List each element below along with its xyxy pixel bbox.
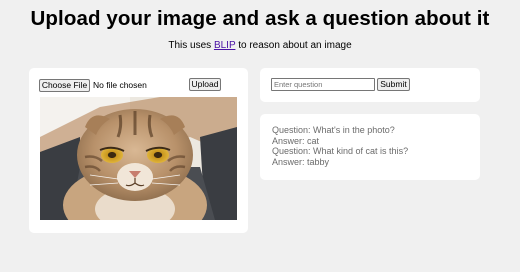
answer-label: Answer:: [272, 156, 308, 167]
upload-button[interactable]: Upload: [189, 78, 221, 91]
submit-button[interactable]: Submit: [377, 78, 410, 91]
answer-text: cat: [307, 135, 320, 146]
answer-line: Answer: tabby: [272, 157, 408, 168]
subtitle-prefix: This uses: [168, 40, 214, 51]
answer-line: Answer: cat: [272, 136, 408, 147]
question-label: Question:: [272, 146, 314, 157]
question-text: What kind of cat is this?: [313, 146, 409, 157]
answer-label: Answer:: [272, 135, 308, 146]
file-status-text: No file chosen: [93, 80, 147, 90]
question-line: Question: What's in the photo?: [272, 125, 408, 136]
answer-text: tabby: [307, 156, 330, 167]
question-label: Question:: [272, 125, 314, 135]
blip-link[interactable]: BLIP: [214, 40, 236, 51]
question-line: Question: What kind of cat is this?: [272, 146, 408, 157]
cat-photo-illustration: [40, 97, 237, 220]
page-title: Upload your image and ask a question abo…: [30, 7, 490, 30]
qa-history: Question: What's in the photo? Answer: c…: [272, 125, 408, 167]
upload-card: Choose File No file chosen Upload: [29, 68, 248, 233]
question-text: What's in the photo?: [313, 125, 395, 135]
answers-card: Question: What's in the photo? Answer: c…: [260, 114, 480, 180]
uploaded-cat-image: [40, 97, 237, 220]
question-card: Submit: [260, 68, 480, 102]
page-subtitle: This uses BLIP to reason about an image: [0, 40, 520, 51]
question-input[interactable]: [271, 78, 375, 91]
choose-file-button[interactable]: Choose File: [39, 79, 90, 92]
subtitle-suffix: to reason about an image: [235, 40, 352, 51]
